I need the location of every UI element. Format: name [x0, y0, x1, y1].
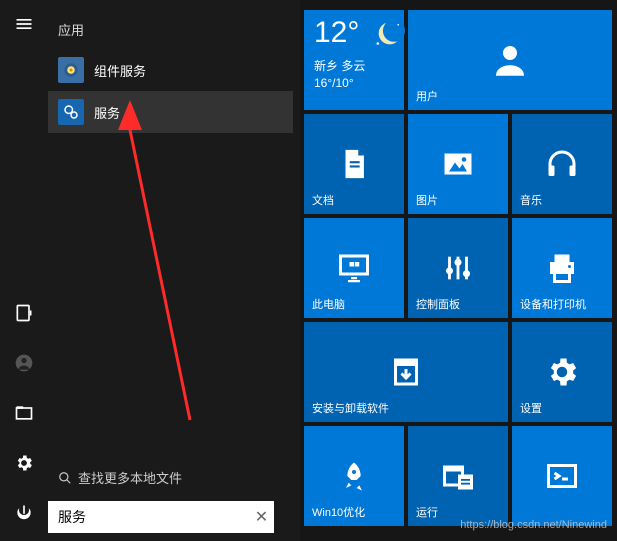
tile-label: Win10优化: [312, 504, 365, 520]
search-more-label: 查找更多本地文件: [78, 468, 182, 487]
weather-temp: 12°: [314, 18, 359, 48]
app-item-label: 组件服务: [94, 61, 146, 80]
tile-label: 此电脑: [312, 296, 345, 312]
tile-this-pc[interactable]: 此电脑: [304, 218, 404, 318]
app-item-label: 服务: [94, 103, 120, 122]
tile-label: 设备和打印机: [520, 296, 586, 312]
app-item-component-services[interactable]: 组件服务: [48, 49, 293, 91]
tile-user[interactable]: 用户: [408, 10, 612, 110]
clear-icon[interactable]: ✕: [249, 507, 274, 527]
search-more-row[interactable]: 查找更多本地文件: [48, 462, 293, 493]
run-icon: [437, 455, 479, 497]
sliders-icon: [437, 247, 479, 289]
power-icon[interactable]: [8, 497, 40, 529]
tile-pictures[interactable]: 图片: [408, 114, 508, 214]
file-explorer-icon[interactable]: [8, 397, 40, 429]
tile-run[interactable]: 运行: [408, 426, 508, 526]
tile-install-uninstall[interactable]: 安装与卸载软件: [304, 322, 508, 422]
tile-settings[interactable]: 设置: [512, 322, 612, 422]
app-item-services[interactable]: 服务: [48, 91, 293, 133]
left-rail: [0, 0, 48, 541]
tile-printers[interactable]: 设备和打印机: [512, 218, 612, 318]
apps-panel: 应用 组件服务 服务: [48, 0, 293, 541]
component-services-icon: [58, 57, 84, 83]
tile-control-panel[interactable]: 控制面板: [408, 218, 508, 318]
weather-loc: 新乡 多云 16°/10°: [314, 58, 365, 92]
printer-icon: [541, 247, 583, 289]
services-icon: [58, 99, 84, 125]
rocket-icon: [333, 455, 375, 497]
user-tile-icon: [489, 39, 531, 81]
tile-label: 运行: [416, 504, 438, 520]
tile-label: 控制面板: [416, 296, 460, 312]
search-icon: [58, 471, 72, 485]
tile-label: 音乐: [520, 192, 542, 208]
tile-label: 设置: [520, 400, 542, 416]
monitor-icon: [333, 247, 375, 289]
tile-cmd[interactable]: [512, 426, 612, 526]
moon-icon: [371, 18, 405, 52]
tile-weather[interactable]: 12° 新乡 多云 16°/10°: [304, 10, 404, 110]
user-icon[interactable]: [8, 347, 40, 379]
search-box[interactable]: ✕: [48, 501, 274, 533]
tile-label: 文档: [312, 192, 334, 208]
apps-header: 应用: [48, 12, 293, 49]
headphones-icon: [541, 143, 583, 185]
tablet-mode-icon[interactable]: [8, 297, 40, 329]
download-box-icon: [385, 351, 427, 393]
tile-label: 用户: [416, 88, 438, 104]
terminal-icon: [541, 455, 583, 497]
document-icon: [333, 143, 375, 185]
search-input[interactable]: [48, 509, 249, 525]
settings-icon[interactable]: [8, 447, 40, 479]
hamburger-button[interactable]: [8, 8, 40, 40]
pictures-icon: [437, 143, 479, 185]
tile-music[interactable]: 音乐: [512, 114, 612, 214]
tile-label: 安装与卸载软件: [312, 400, 389, 416]
tile-docs[interactable]: 文档: [304, 114, 404, 214]
tile-win10-optimize[interactable]: Win10优化: [304, 426, 404, 526]
tile-label: 图片: [416, 192, 438, 208]
gear-icon: [541, 351, 583, 393]
tiles-panel: 12° 新乡 多云 16°/10° 用户 文档 图片 音乐: [300, 0, 617, 541]
